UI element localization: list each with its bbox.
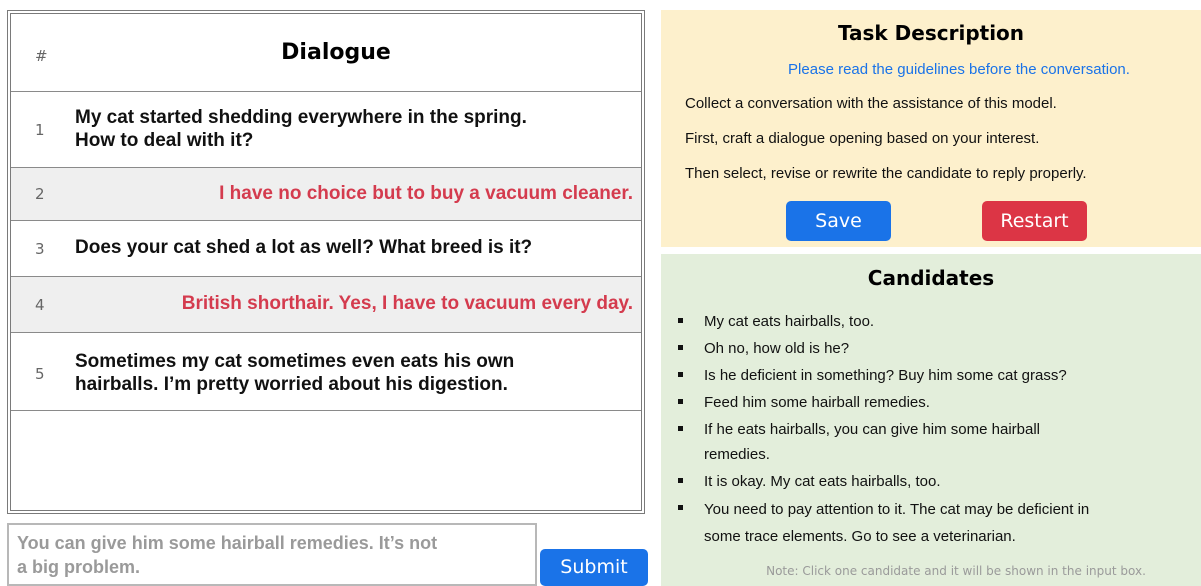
turn-text-line: British shorthair. Yes, I have to vacuum…	[181, 293, 633, 314]
candidates-note: Note: Click one candidate and it will be…	[766, 564, 1146, 578]
candidate-item[interactable]: Is he deficient in something? Buy him so…	[675, 363, 1195, 388]
candidates-title: Candidates	[867, 266, 995, 290]
bullet-icon	[678, 318, 683, 323]
turn-text-line: I have no choice but to buy a vacuum cle…	[219, 183, 633, 204]
submit-button[interactable]: Submit	[540, 549, 648, 586]
candidates-panel: Candidates My cat eats hairballs, too. O…	[661, 254, 1201, 586]
turn-text: Sometimes my cat sometimes even eats his…	[75, 350, 514, 396]
candidate-item[interactable]: You need to pay attention to it. The cat…	[675, 496, 1195, 550]
bullet-icon	[678, 478, 683, 483]
bullet-icon	[678, 426, 683, 431]
turn-text: My cat started shedding everywhere in th…	[75, 106, 527, 152]
dialogue-turn-5: 5 Sometimes my cat sometimes even eats h…	[11, 333, 641, 411]
dialogue-turn-1: 1 My cat started shedding everywhere in …	[11, 92, 641, 168]
turn-text: Does your cat shed a lot as well? What b…	[75, 236, 532, 259]
candidate-item[interactable]: It is okay. My cat eats hairballs, too.	[675, 469, 1195, 494]
candidate-text: My cat eats hairballs, too.	[704, 313, 875, 330]
save-button[interactable]: Save	[786, 201, 891, 241]
task-description-title: Task Description	[837, 21, 1025, 45]
candidate-item[interactable]: If he eats hairballs, you can give him s…	[675, 417, 1195, 467]
candidate-text: You need to pay attention to it. The cat…	[704, 501, 1090, 518]
reply-input-line: a big problem.	[17, 557, 141, 577]
turn-number: 4	[35, 296, 45, 314]
turn-text-line: How to deal with it?	[75, 130, 254, 151]
bullet-icon	[678, 345, 683, 350]
dialogue-panel: # Dialogue 1 My cat started shedding eve…	[7, 10, 645, 514]
turn-text-line: My cat started shedding everywhere in th…	[75, 107, 527, 128]
restart-button[interactable]: Restart	[982, 201, 1087, 241]
reply-input[interactable]: You can give him some hairball remedies.…	[7, 523, 537, 586]
dialogue-turn-2: 2 I have no choice but to buy a vacuum c…	[11, 168, 641, 221]
task-description-panel: Task Description Please read the guideli…	[661, 10, 1201, 247]
turn-number: 5	[35, 365, 45, 383]
candidates-list: My cat eats hairballs, too. Oh no, how o…	[675, 309, 1195, 550]
turn-text: I have no choice but to buy a vacuum cle…	[219, 182, 633, 205]
candidate-text: remedies.	[704, 446, 770, 463]
dialogue-title: Dialogue	[281, 40, 391, 65]
task-instruction: Collect a conversation with the assistan…	[685, 95, 1057, 112]
reply-input-line: You can give him some hairball remedies.…	[17, 533, 438, 553]
candidate-item[interactable]: Oh no, how old is he?	[675, 336, 1195, 361]
turn-number: 1	[35, 121, 45, 139]
turn-number: 2	[35, 185, 45, 203]
turn-number: 3	[35, 240, 45, 258]
dialogue-header: # Dialogue	[11, 14, 641, 92]
candidate-text: Feed him some hairball remedies.	[704, 394, 930, 411]
turn-text-line: hairballs. I’m pretty worried about his …	[75, 374, 508, 395]
bullet-icon	[678, 372, 683, 377]
guidelines-link[interactable]: Please read the guidelines before the co…	[661, 61, 1201, 78]
candidate-text: It is okay. My cat eats hairballs, too.	[704, 473, 941, 490]
turn-text-line: Does your cat shed a lot as well? What b…	[75, 237, 533, 258]
candidate-text: some trace elements. Go to see a veterin…	[704, 528, 1016, 545]
turn-text: British shorthair. Yes, I have to vacuum…	[182, 292, 633, 315]
bullet-icon	[678, 399, 683, 404]
candidate-text: Is he deficient in something? Buy him so…	[704, 367, 1067, 384]
dialogue-turn-3: 3 Does your cat shed a lot as well? What…	[11, 221, 641, 277]
bullet-icon	[678, 505, 683, 510]
dialogue-turn-4: 4 British shorthair. Yes, I have to vacu…	[11, 277, 641, 333]
candidate-item[interactable]: My cat eats hairballs, too.	[675, 309, 1195, 334]
task-instruction: First, craft a dialogue opening based on…	[685, 130, 1040, 147]
candidate-item[interactable]: Feed him some hairball remedies.	[675, 390, 1195, 415]
candidate-text: If he eats hairballs, you can give him s…	[704, 421, 1041, 438]
candidate-text: Oh no, how old is he?	[704, 340, 850, 357]
turn-text-line: Sometimes my cat sometimes even eats his…	[75, 351, 515, 372]
task-instruction: Then select, revise or rewrite the candi…	[685, 165, 1087, 182]
